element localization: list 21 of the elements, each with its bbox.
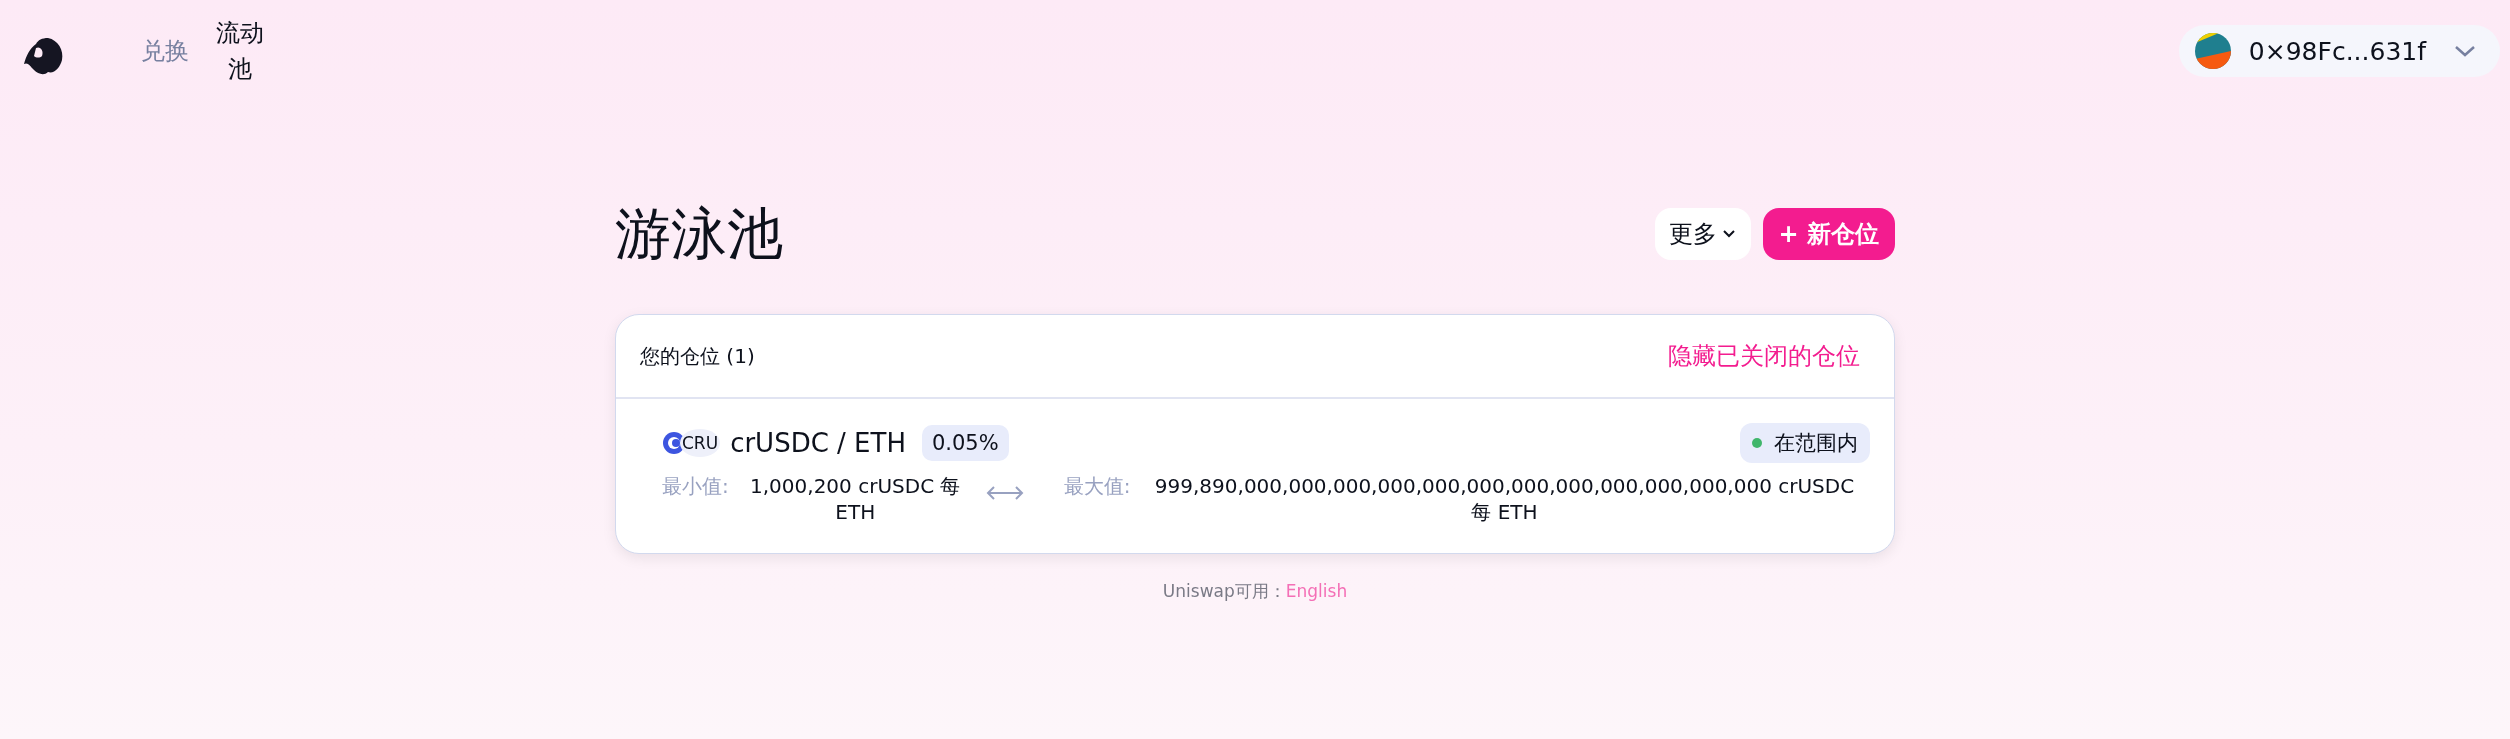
fee-tier: 0.05% (921, 425, 1009, 461)
positions-header: 您的仓位 (1) (640, 342, 755, 370)
pair-name: crUSDC / ETH (730, 428, 906, 458)
nav-tab[interactable]: 兑换 (124, 27, 206, 75)
page-title: 游泳池 (615, 200, 783, 268)
language-link[interactable]: English (1285, 581, 1348, 601)
chevron-down-icon (1720, 228, 1737, 240)
chevron-down-icon (2454, 44, 2476, 58)
wallet-button[interactable]: 0×98Fc...631f (2178, 25, 2500, 77)
max-label: 最大值: (1063, 473, 1131, 499)
more-button[interactable]: 更多 (1654, 208, 1751, 260)
status-label: 在范围内 (1774, 430, 1858, 457)
new-position-button[interactable]: + 新仓位 (1762, 208, 1895, 260)
min-label: 最小值: (662, 473, 729, 499)
avatar-icon (2194, 33, 2231, 69)
token-symbol: CRU (680, 429, 721, 457)
min-value: 1,000,200 crUSDC 每 ETH (749, 473, 962, 525)
hide-closed-link[interactable]: 隐藏已关闭的仓位 (1668, 340, 1860, 372)
footer-text: Uniswap可用： (1162, 581, 1286, 601)
nav-tab[interactable]: 流动池 (206, 9, 274, 93)
max-value: 999,890,000,000,000,000,000,000,000,000,000,000,000,000 crUSDC 每 ETH (1153, 473, 1856, 525)
